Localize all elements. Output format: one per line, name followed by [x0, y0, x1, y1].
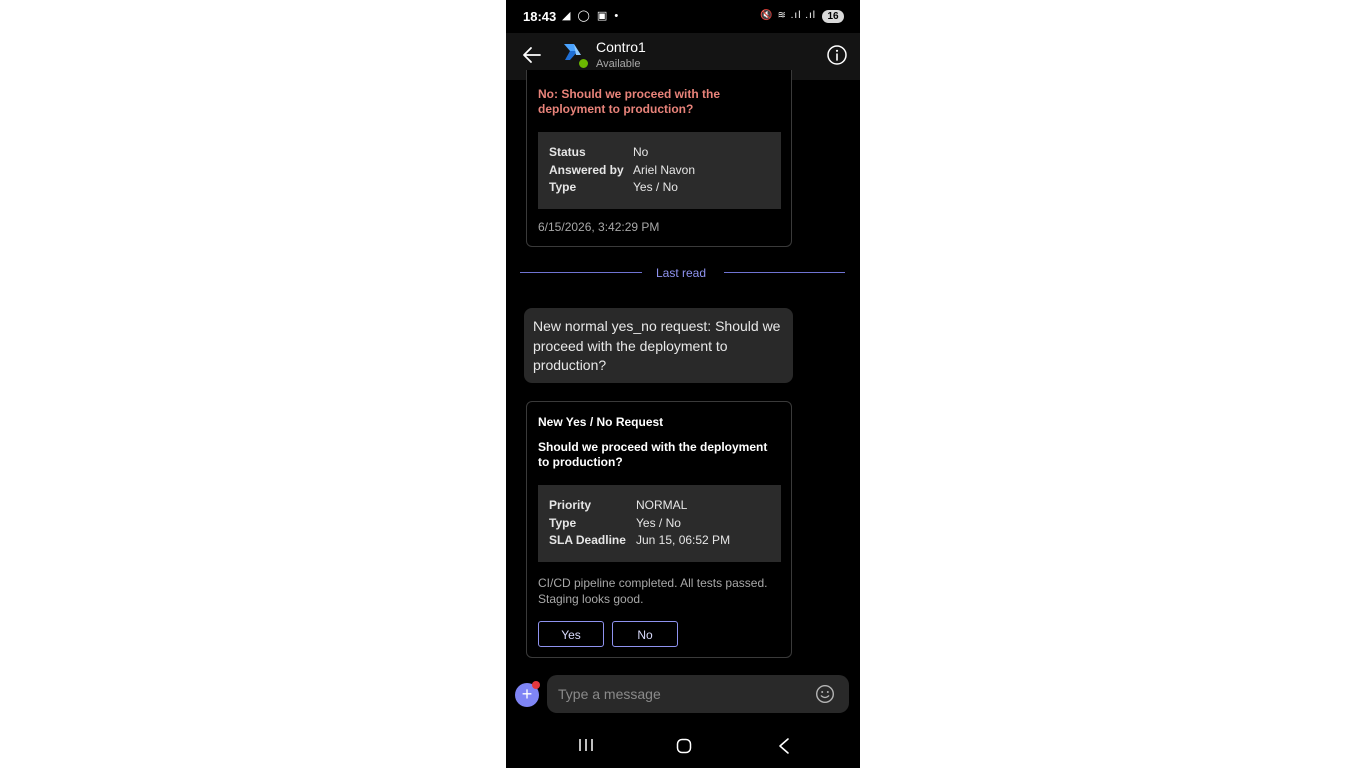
signal-icons: 🔇 ≋ .ıl .ıl [760, 10, 816, 21]
answered-card-title: No: Should we proceed with the deploymen… [538, 87, 721, 116]
last-read-label: Last read [656, 266, 707, 280]
request-card-question: Should we proceed with the deployment to… [538, 440, 768, 469]
fact-row: SLA Deadline Jun 15, 06:52 PM [549, 532, 770, 550]
emoji-button[interactable] [815, 684, 835, 704]
request-card-facts: Priority NORMAL Type Yes / No SLA Deadli… [538, 485, 781, 562]
fact-key: Type [549, 515, 577, 530]
info-button[interactable] [826, 44, 848, 66]
message-input[interactable] [558, 684, 798, 704]
request-card: New Yes / No Request Should we proceed w… [526, 401, 792, 658]
fact-key: Status [549, 145, 586, 159]
request-card-heading: New Yes / No Request [538, 415, 664, 429]
contact-name[interactable]: Contro1 [596, 39, 646, 55]
fact-key: Priority [549, 498, 592, 512]
chevron-left-icon [779, 738, 789, 754]
home-button[interactable] [676, 738, 692, 754]
fact-row: Priority NORMAL [549, 497, 770, 515]
status-time: 18:43 [523, 9, 557, 24]
last-read-line-right [724, 272, 845, 273]
emoji-icon [815, 684, 835, 704]
answered-card: No: Should we proceed with the deploymen… [526, 70, 792, 247]
fact-key: Answered by [549, 162, 624, 177]
fact-value: Jun 15, 06:52 PM [636, 533, 731, 547]
nav-back-button[interactable] [776, 737, 792, 755]
status-bar: 18:43 ◢ ◯ ▣ • 🔇 ≋ .ıl .ıl 16 [506, 0, 860, 33]
message-timestamp: 6/15/2026, 3:42:29 PM [538, 220, 660, 234]
fact-value: Yes / No [633, 180, 678, 194]
fact-row: Type Yes / No [549, 179, 770, 197]
request-card-description: CI/CD pipeline completed. All tests pass… [538, 576, 768, 606]
message-bubble[interactable]: New normal yes_no request: Should we pro… [524, 308, 793, 383]
fact-value: NORMAL [636, 498, 688, 512]
back-button[interactable] [520, 43, 544, 67]
last-read-line-left [520, 272, 642, 273]
notification-badge [532, 681, 540, 689]
fact-value: Yes / No [636, 515, 681, 530]
battery-icon: 16 [822, 10, 844, 23]
no-button[interactable]: No [612, 621, 678, 647]
recent-apps-icon [579, 739, 593, 751]
notification-icons: ◢ ◯ ▣ • [562, 10, 621, 22]
fact-key: Type [549, 180, 577, 194]
android-nav-bar [506, 722, 860, 768]
arrow-left-icon [523, 47, 541, 63]
phone-screen: 18:43 ◢ ◯ ▣ • 🔇 ≋ .ıl .ıl 16 Contro1 Ava… [506, 0, 860, 768]
fact-value: Ariel Navon [633, 162, 696, 177]
fact-value: No [633, 145, 649, 159]
contact-status: Available [596, 58, 641, 70]
recent-apps-button[interactable] [578, 738, 594, 752]
presence-available-icon [578, 58, 589, 69]
fact-row: Status No [549, 144, 770, 162]
answered-card-facts: Status No Answered by Ariel Navon Type Y… [538, 132, 781, 209]
fact-row: Type Yes / No [549, 515, 770, 533]
info-icon [827, 45, 847, 65]
fact-key: SLA Deadline [549, 533, 626, 547]
fact-row: Answered by Ariel Navon [549, 162, 770, 180]
home-icon [676, 738, 692, 754]
compose-box[interactable] [547, 675, 849, 713]
yes-button[interactable]: Yes [538, 621, 604, 647]
